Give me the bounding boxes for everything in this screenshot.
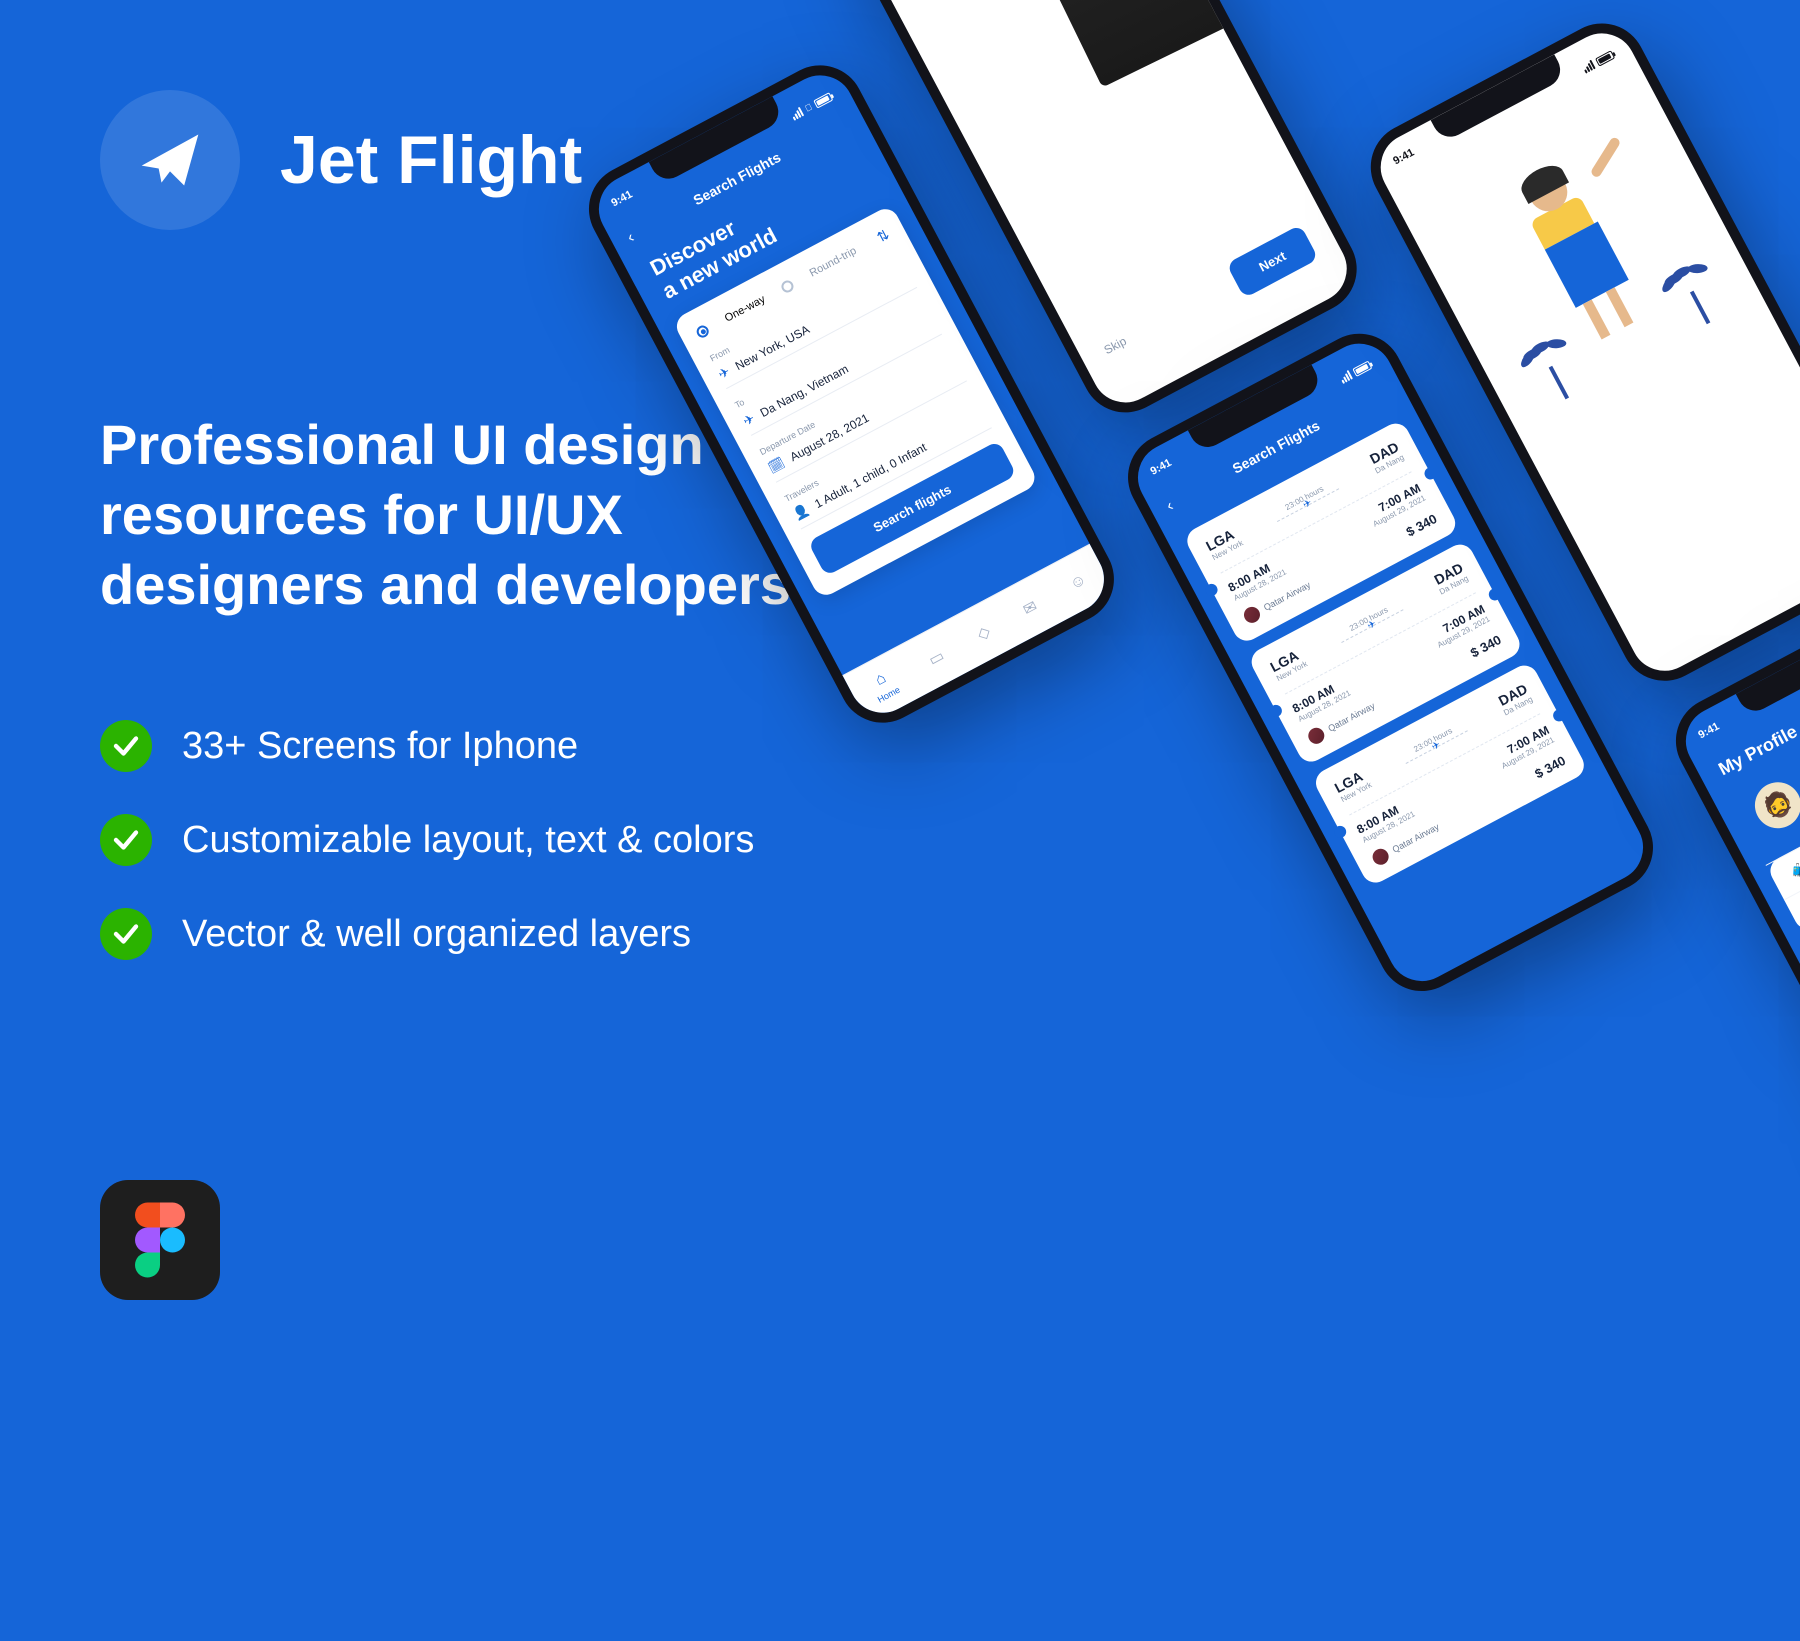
bullet-text: 33+ Screens for Iphone — [182, 725, 578, 768]
figma-icon — [135, 1202, 185, 1278]
palm-icon — [1521, 336, 1584, 408]
user-icon: ☺ — [1067, 570, 1090, 594]
figma-badge — [100, 1180, 220, 1300]
paper-plane-icon — [136, 126, 204, 194]
check-icon — [100, 720, 152, 772]
plane-takeoff-icon: ✈ — [716, 363, 733, 382]
nav-inbox[interactable]: ✉ — [1019, 596, 1040, 620]
check-icon — [100, 908, 152, 960]
bottom-nav: ⌂Home ▭ ◇ ✉ ☺ — [842, 544, 1116, 725]
skip-button[interactable]: Skip — [1101, 333, 1128, 356]
bullet-item: Vector & well organized layers — [100, 908, 850, 960]
radio-oneway-icon[interactable] — [695, 324, 711, 340]
nav-booking[interactable]: ▭ — [925, 645, 948, 670]
home-icon: ⌂ — [872, 669, 889, 689]
radio-oneway-label: One-way — [723, 294, 768, 325]
bullet-item: Customizable layout, text & colors — [100, 814, 850, 866]
check-icon — [100, 814, 152, 866]
swap-icon[interactable]: ⇅ — [874, 226, 892, 247]
bullet-text: Vector & well organized layers — [182, 913, 691, 956]
brand-logo-circle — [100, 90, 240, 230]
plane-landing-icon: ✈ — [740, 410, 757, 429]
nav-profile[interactable]: ☺ — [1067, 570, 1090, 594]
bullet-list: 33+ Screens for Iphone Customizable layo… — [100, 720, 850, 960]
radio-round-icon[interactable] — [780, 279, 796, 295]
palm-icon — [1663, 261, 1726, 333]
next-button[interactable]: Next — [1226, 224, 1319, 298]
person-icon: 👤 — [790, 501, 812, 523]
nav-offers[interactable]: ◇ — [973, 621, 993, 644]
suit-illustration — [988, 0, 1246, 87]
mail-icon: ✉ — [1019, 596, 1040, 620]
phone-mockup-profile: 9:41 My Profile 🧔 Jos Creative joscreati… — [1660, 582, 1800, 1270]
ticket-icon: ▭ — [925, 645, 948, 670]
bullet-item: 33+ Screens for Iphone — [100, 720, 850, 772]
calendar-icon: 🗓 — [765, 454, 787, 476]
radio-round-label: Round-trip — [808, 245, 859, 280]
percent-icon: ◇ — [973, 621, 993, 644]
bullet-text: Customizable layout, text & colors — [182, 819, 754, 862]
nav-home[interactable]: ⌂Home — [866, 666, 902, 705]
avatar: 🧔 — [1747, 774, 1800, 836]
